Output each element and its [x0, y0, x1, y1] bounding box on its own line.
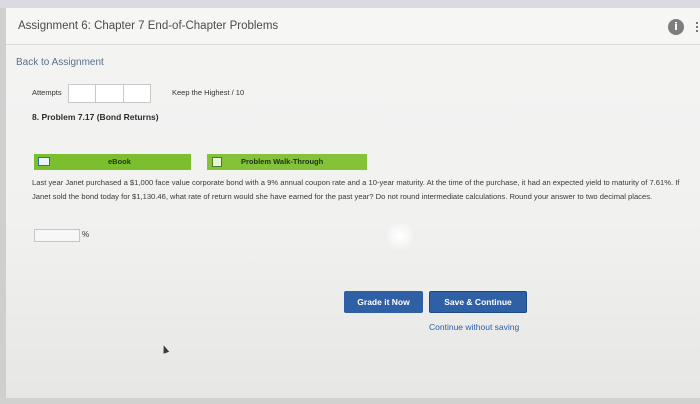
problem-title: 8. Problem 7.17 (Bond Returns)	[32, 112, 159, 122]
ebook-button[interactable]: eBook	[34, 154, 191, 170]
attempt-box	[96, 85, 124, 102]
attempt-box	[124, 85, 150, 102]
mouse-cursor-icon	[160, 344, 170, 354]
keep-highest-label: Keep the Highest / 10	[172, 88, 244, 97]
question-text: Last year Janet purchased a $1,000 face …	[32, 178, 680, 201]
continue-without-saving-link[interactable]: Continue without saving	[429, 322, 519, 332]
percent-unit: %	[82, 230, 90, 239]
more-icon[interactable]	[696, 22, 700, 32]
max-score: / 10	[231, 88, 245, 97]
ebook-label: eBook	[108, 157, 131, 166]
attempt-box	[69, 85, 97, 102]
back-to-assignment-link[interactable]: Back to Assignment	[16, 57, 104, 68]
attempts-label: Attempts	[32, 88, 62, 97]
assignment-header: Assignment 6: Chapter 7 End-of-Chapter P…	[6, 8, 700, 45]
problem-walkthrough-button[interactable]: Problem Walk-Through	[207, 154, 367, 170]
info-icon[interactable]: i	[668, 19, 684, 35]
assignment-title: Assignment 6: Chapter 7 End-of-Chapter P…	[18, 20, 279, 32]
top-strip	[0, 0, 700, 8]
attempts-indicator	[68, 84, 151, 103]
answer-input[interactable]	[34, 229, 80, 242]
walkthrough-label: Problem Walk-Through	[241, 157, 324, 166]
page: Assignment 6: Chapter 7 End-of-Chapter P…	[0, 0, 700, 404]
ebook-icon	[38, 157, 50, 166]
bottom-edge	[0, 398, 700, 404]
grade-it-now-button[interactable]: Grade it Now	[344, 291, 423, 313]
walkthrough-icon	[212, 157, 222, 167]
save-and-continue-button[interactable]: Save & Continue	[429, 291, 527, 313]
keep-highest-text: Keep the Highest	[172, 88, 230, 97]
screen-glare	[386, 222, 414, 250]
left-rule	[0, 8, 6, 398]
